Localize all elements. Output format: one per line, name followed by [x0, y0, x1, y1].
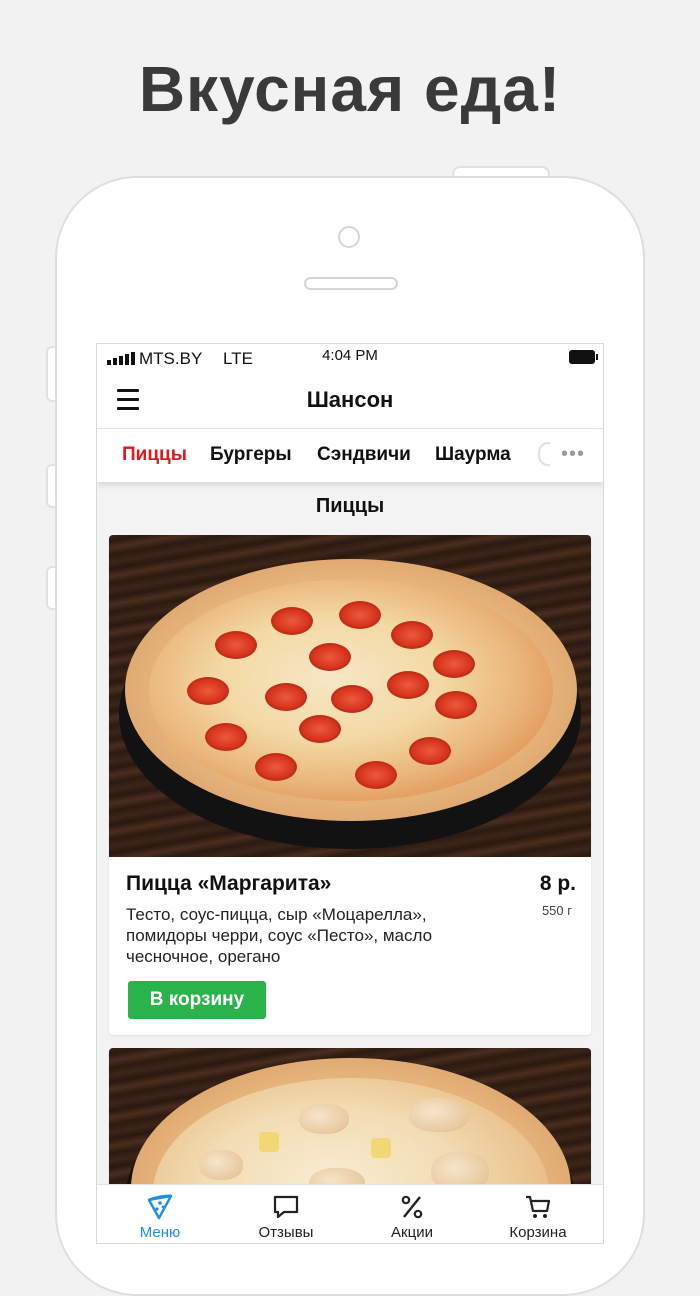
top-navbar: Шансон [97, 374, 603, 429]
section-title: Пиццы [315, 495, 385, 517]
product-price: 8 р. [539, 872, 576, 895]
chat-bubble-icon [273, 1195, 299, 1219]
tabbar-promotions[interactable]: Акции [349, 1185, 475, 1243]
tabbar-cart-label: Корзина [509, 1224, 567, 1241]
product-description: Тесто, соус-пицца, сыр «Моцарелла», поми… [126, 905, 433, 966]
app-screen: MTS.BY LTE 4:04 PM Шансон Пиццы Бургеры … [96, 343, 604, 1244]
tab-sandwiches[interactable]: Сэндвичи [317, 444, 411, 466]
tab-pizza[interactable]: Пиццы [122, 444, 187, 466]
tabbar-menu[interactable]: Меню [97, 1185, 223, 1243]
tab-shawarma[interactable]: Шаурма [435, 444, 511, 466]
tab-burgers[interactable]: Бургеры [210, 444, 292, 466]
promo-headline: Вкусная еда! [138, 53, 562, 125]
bottom-tab-bar: Меню Отзывы Акции Корзина [97, 1184, 603, 1243]
tab-next-partial[interactable] [538, 442, 550, 466]
percent-icon [401, 1195, 423, 1219]
restaurant-title: Шансон [306, 387, 394, 412]
product-weight: 550 г [541, 903, 572, 918]
add-to-cart-button[interactable]: В корзину [128, 981, 266, 1019]
phone-camera [338, 226, 360, 248]
product-info: Пицца «Маргарита» 8 р. 550 г Тесто, соус… [109, 857, 591, 1035]
battery-icon [569, 350, 598, 364]
more-categories-icon[interactable]: ••• [561, 443, 585, 466]
category-tabs: Пиццы Бургеры Сэндвичи Шаурма ••• [97, 429, 603, 482]
tabbar-reviews[interactable]: Отзывы [223, 1185, 349, 1243]
tabbar-menu-label: Меню [139, 1224, 181, 1241]
pizza-slice-icon [147, 1194, 173, 1220]
tabbar-promotions-label: Акции [391, 1224, 433, 1241]
product-photo-margherita [109, 535, 591, 857]
product-name: Пицца «Маргарита» [126, 872, 332, 895]
product-card[interactable]: Пицца «Маргарита» 8 р. 550 г Тесто, соус… [109, 535, 591, 1035]
status-time: 4:04 PM [322, 347, 378, 364]
cart-icon [526, 1195, 551, 1218]
tabbar-reviews-label: Отзывы [258, 1224, 314, 1241]
phone-speaker [304, 277, 398, 290]
tabbar-cart[interactable]: Корзина [475, 1185, 601, 1243]
status-bar: MTS.BY LTE 4:04 PM [97, 344, 603, 374]
